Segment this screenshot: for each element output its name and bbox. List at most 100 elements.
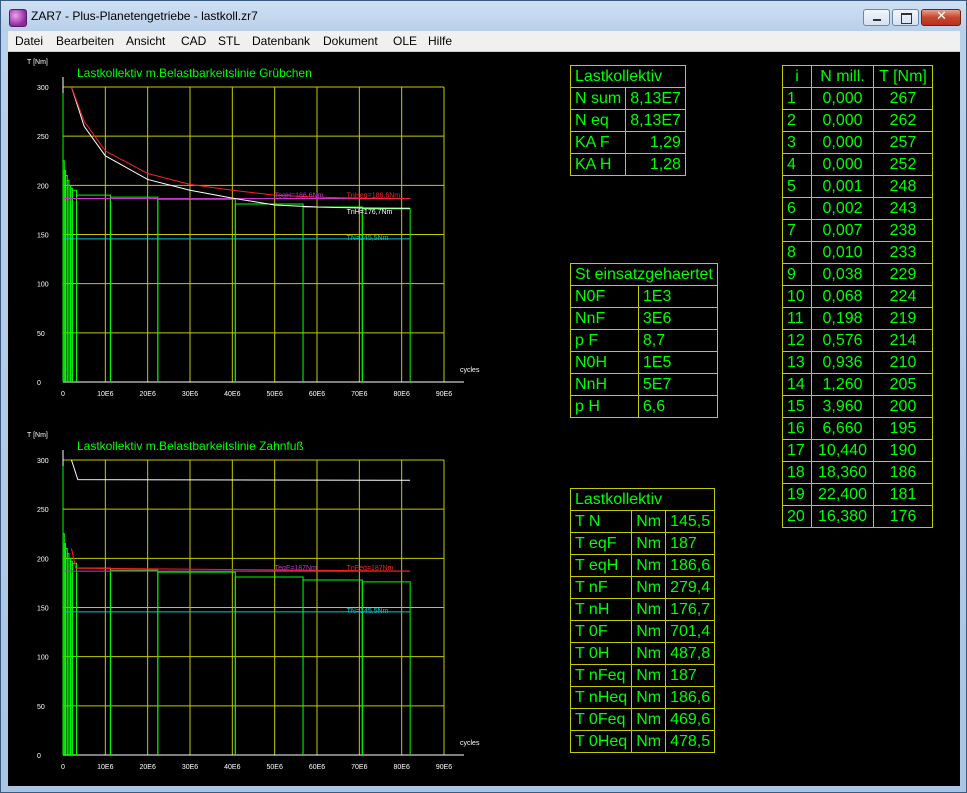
annotation-tnheq: TnHeq=186,6Nm <box>347 193 401 200</box>
x-tick-label: 70E6 <box>351 391 367 398</box>
menu-hilfe[interactable]: Hilfe <box>428 34 452 48</box>
annotation-tn: TN=145,5Nm <box>347 235 389 242</box>
row-cycles: 6,660 <box>811 417 874 440</box>
menu-ole[interactable]: OLE <box>393 34 417 48</box>
row-label: T 0Heq <box>569 730 633 753</box>
x-tick-label: 40E6 <box>224 764 240 771</box>
row-cycles: 0,000 <box>811 131 874 154</box>
table-row: T nH Nm 176,7 <box>569 598 716 621</box>
row-cycles: 0,068 <box>811 285 874 308</box>
row-label: T nFeq <box>569 664 633 687</box>
row-cycles: 0,000 <box>811 153 874 176</box>
row-index: 11 <box>782 307 812 330</box>
maximize-icon <box>901 13 912 24</box>
row-torque: 214 <box>873 329 933 352</box>
row-index: 7 <box>782 219 812 242</box>
row-value: 186,6 <box>665 686 716 709</box>
x-tick-label: 30E6 <box>182 391 198 398</box>
row-unit: Nm <box>631 642 667 665</box>
table-row: 7 0,007 238 <box>782 219 933 242</box>
row-index: 18 <box>782 461 812 484</box>
spectrum-step <box>157 571 236 755</box>
row-torque: 219 <box>873 307 933 330</box>
row-label: T eqF <box>569 532 633 555</box>
row-torque: 262 <box>873 109 933 132</box>
drawing-canvas[interactable]: 0 50 100 150 200 250 300 0 10E6 20E6 30E6 40E6 50E6 6… <box>8 52 960 786</box>
minimize-button[interactable] <box>863 9 890 26</box>
row-index: 17 <box>782 439 812 462</box>
annotation-teqh: TeqH=186,6Nm <box>275 193 324 200</box>
row-value: 5E7 <box>637 373 718 396</box>
close-button[interactable]: ✕ <box>921 9 961 26</box>
x-axis-label: cycles <box>460 740 480 747</box>
x-tick-label: 60E6 <box>309 391 325 398</box>
x-tick-label: 10E6 <box>97 391 113 398</box>
row-value: 8,13E7 <box>625 109 686 132</box>
chart-gruebchen: 0 50 100 150 200 250 300 0 10E6 20E6 30E6 40E6 50E6 6… <box>27 59 480 398</box>
x-tick-label: 90E6 <box>436 391 452 398</box>
row-value: 487,8 <box>665 642 716 665</box>
y-tick-label: 0 <box>37 753 41 760</box>
title-bar[interactable]: ZAR7 - Plus-Planetengetriebe - lastkoll.… <box>1 1 966 31</box>
row-cycles: 0,576 <box>811 329 874 352</box>
row-unit: Nm <box>631 576 667 599</box>
x-tick-label: 40E6 <box>224 391 240 398</box>
table-row: N sum 8,13E7 <box>569 87 686 110</box>
row-label: N sum <box>569 87 627 110</box>
table-row: T eqF Nm 187 <box>569 532 716 555</box>
menu-bearbeiten[interactable]: Bearbeiten <box>56 34 114 48</box>
row-cycles: 0,038 <box>811 263 874 286</box>
row-index: 3 <box>782 131 812 154</box>
menu-ansicht[interactable]: Ansicht <box>126 34 165 48</box>
table-row: 1 0,000 267 <box>782 87 933 110</box>
table-header-row: iN mill. T [Nm] <box>782 65 933 88</box>
menu-datei[interactable]: Datei <box>15 34 43 48</box>
table-row: 13 0,936 210 <box>782 351 933 374</box>
row-value: 186,6 <box>665 554 716 577</box>
row-cycles: 0,000 <box>811 109 874 132</box>
menu-dokument[interactable]: Dokument <box>323 34 378 48</box>
row-torque: 186 <box>873 461 933 484</box>
y-tick-label: 50 <box>37 331 45 338</box>
x-tick-label: 10E6 <box>97 764 113 771</box>
row-value: 8,7 <box>637 329 718 352</box>
maximize-button[interactable] <box>892 9 919 26</box>
row-cycles: 22,400 <box>811 483 874 506</box>
table-row: 19 22,400 181 <box>782 483 933 506</box>
menu-stl[interactable]: STL <box>218 34 240 48</box>
table-row: 14 1,260 205 <box>782 373 933 396</box>
row-label: T 0H <box>569 642 633 665</box>
x-tick-label: 0 <box>61 391 65 398</box>
y-tick-label: 200 <box>37 183 49 190</box>
x-tick-label: 30E6 <box>182 764 198 771</box>
menu-cad[interactable]: CAD <box>181 34 206 48</box>
table-row: T nHeq Nm 186,6 <box>569 686 716 709</box>
x-tick-label: 50E6 <box>266 764 282 771</box>
table-row: 11 0,198 219 <box>782 307 933 330</box>
row-unit: Nm <box>631 664 667 687</box>
row-index: 8 <box>782 241 812 264</box>
chart-zahnfuss: 0 50 100 150 200 250 300 0 10E6 20E6 30E6 40E6 50E6 6… <box>27 432 480 771</box>
table-row: 10 0,068 224 <box>782 285 933 308</box>
table-row: NnF 3E6 <box>570 307 718 330</box>
menu-datenbank[interactable]: Datenbank <box>252 34 310 48</box>
spectrum-step <box>109 196 159 382</box>
x-tick-label: 90E6 <box>436 764 452 771</box>
row-torque: 181 <box>873 483 933 506</box>
table-row: KA F 1,29 <box>569 131 686 154</box>
table-row: KA H 1,28 <box>569 153 686 176</box>
row-value: 176,7 <box>665 598 716 621</box>
row-torque: 176 <box>873 505 933 528</box>
y-tick-label: 100 <box>37 655 49 662</box>
annotation-teqf: TeqF=187Nm <box>275 565 317 572</box>
window-title: ZAR7 - Plus-Planetengetriebe - lastkoll.… <box>31 9 258 23</box>
row-label: N0F <box>570 285 639 308</box>
row-label: T N <box>569 510 633 533</box>
row-value: 3E6 <box>637 307 718 330</box>
app-icon[interactable] <box>9 9 27 27</box>
row-value: 469,6 <box>665 708 716 731</box>
row-value: 1,28 <box>625 153 686 176</box>
row-cycles: 0,198 <box>811 307 874 330</box>
row-index: 12 <box>782 329 812 352</box>
spectrum-step <box>157 198 236 382</box>
